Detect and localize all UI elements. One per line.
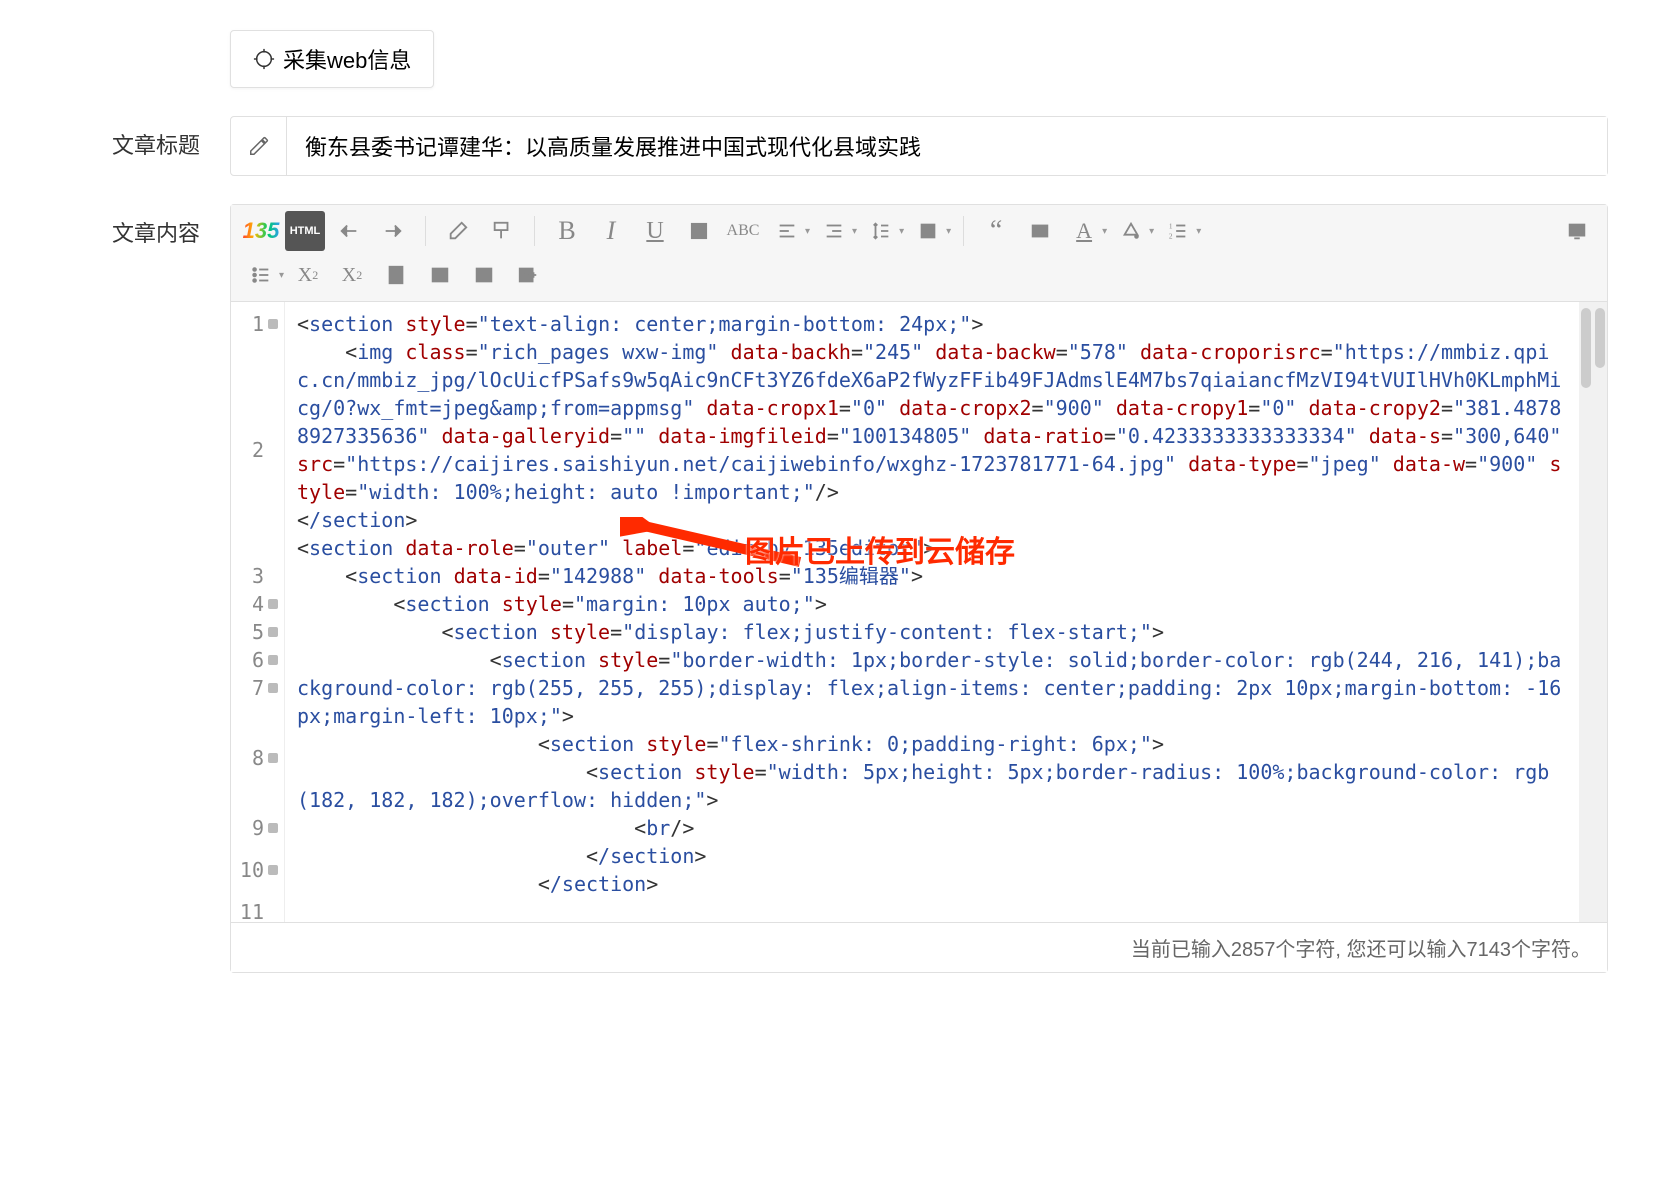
- empty-label: [70, 30, 230, 42]
- quote-button[interactable]: “: [976, 211, 1016, 251]
- indent-button[interactable]: [814, 211, 854, 251]
- redo-button[interactable]: [373, 211, 413, 251]
- title-row: 文章标题: [70, 116, 1608, 176]
- attachment-button[interactable]: [376, 255, 416, 295]
- format-paint-button[interactable]: [482, 211, 522, 251]
- outer-scrollbar[interactable]: [1593, 302, 1607, 922]
- html-source-view[interactable]: 1 2 3 4 5 6 7 8 9 10 11 12 13 <sect: [231, 302, 1607, 922]
- collect-web-button[interactable]: 采集web信息: [230, 30, 434, 88]
- article-content-label: 文章内容: [70, 204, 230, 248]
- pencil-icon: [248, 135, 270, 157]
- title-input-group: [230, 116, 1608, 176]
- inner-scrollbar[interactable]: [1579, 302, 1593, 922]
- insert-image-button[interactable]: [1020, 211, 1060, 251]
- align-button[interactable]: [767, 211, 807, 251]
- svg-text:A: A: [695, 226, 705, 240]
- rich-text-editor: 135 HTML B I U A ABC ▾ ▾: [230, 204, 1608, 973]
- italic-button[interactable]: I: [591, 211, 631, 251]
- annotation-text: 图片已上传到云储存: [745, 532, 1015, 574]
- svg-text:1: 1: [1169, 221, 1173, 230]
- crosshair-icon: [253, 48, 275, 70]
- fullscreen-button[interactable]: [1557, 211, 1597, 251]
- bg-color-button[interactable]: [1111, 211, 1151, 251]
- dropdown-icon: ▾: [279, 270, 284, 281]
- dropdown-icon: ▾: [805, 226, 810, 237]
- collect-row: 采集web信息: [70, 30, 1608, 88]
- line-height-button[interactable]: [861, 211, 901, 251]
- separator: [534, 216, 535, 246]
- collect-web-label: 采集web信息: [283, 43, 411, 75]
- separator: [425, 216, 426, 246]
- paragraph-button[interactable]: [908, 211, 948, 251]
- dropdown-icon: ▾: [1149, 226, 1154, 237]
- edit-icon-box[interactable]: [231, 117, 287, 175]
- article-title-input[interactable]: [287, 117, 1607, 175]
- char-count-status: 当前已输入2857个字符, 您还可以输入7143个字符。: [231, 922, 1607, 972]
- bullet-list-button[interactable]: [241, 255, 281, 295]
- eraser-button[interactable]: [438, 211, 478, 251]
- dropdown-icon: ▾: [946, 226, 951, 237]
- image-upload-button[interactable]: [508, 255, 548, 295]
- html-source-button[interactable]: HTML: [285, 211, 325, 251]
- dropdown-icon: ▾: [1102, 226, 1107, 237]
- code-content[interactable]: <section style="text-align: center;margi…: [285, 302, 1579, 922]
- line-number-gutter: 1 2 3 4 5 6 7 8 9 10 11 12 13: [231, 302, 285, 922]
- underline-button[interactable]: U: [635, 211, 675, 251]
- dropdown-icon: ▾: [1196, 226, 1201, 237]
- undo-button[interactable]: [329, 211, 369, 251]
- dropdown-icon: ▾: [852, 226, 857, 237]
- content-row: 文章内容 135 HTML B I U: [70, 204, 1608, 973]
- svg-text:2: 2: [1169, 231, 1173, 240]
- table-button[interactable]: [464, 255, 504, 295]
- separator: [963, 216, 964, 246]
- form-container: 采集web信息 文章标题 文章内容 135: [0, 0, 1678, 1031]
- text-color-button[interactable]: A: [1064, 211, 1104, 251]
- article-title-label: 文章标题: [70, 116, 230, 160]
- bold-button[interactable]: B: [547, 211, 587, 251]
- strikethrough-button[interactable]: ABC: [723, 211, 763, 251]
- font-color-button[interactable]: A: [679, 211, 719, 251]
- video-button[interactable]: [420, 255, 460, 295]
- ordered-list-button[interactable]: 12: [1158, 211, 1198, 251]
- dropdown-icon: ▾: [899, 226, 904, 237]
- editor-logo-135[interactable]: 135: [241, 211, 281, 251]
- superscript-button[interactable]: X2: [288, 255, 328, 295]
- subscript-button[interactable]: X2: [332, 255, 372, 295]
- editor-toolbar: 135 HTML B I U A ABC ▾ ▾: [231, 205, 1607, 302]
